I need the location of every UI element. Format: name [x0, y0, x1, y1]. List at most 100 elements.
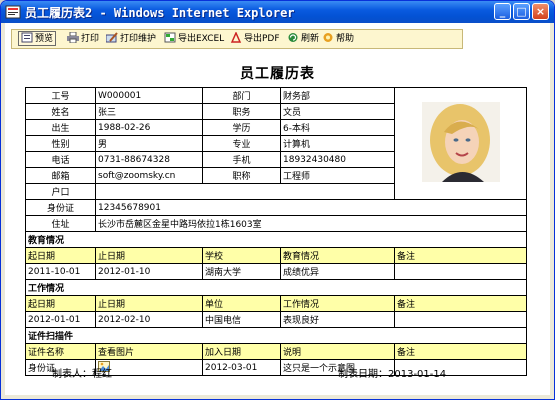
education-header: 止日期 — [95, 247, 203, 264]
work-row: 2012-01-01 2012-02-10 中国电信 表现良好 — [25, 311, 527, 328]
export-pdf-label: 导出PDF — [244, 34, 280, 44]
employee-photo-image — [421, 102, 500, 182]
education-cell: 2012-01-10 — [95, 263, 203, 280]
work-header: 备注 — [394, 295, 527, 312]
attachments-header: 备注 — [394, 343, 527, 360]
label-hukou: 户口 — [25, 183, 96, 200]
work-cell: 表现良好 — [280, 311, 395, 328]
work-header: 单位 — [202, 295, 281, 312]
maker-label: 制表人： — [52, 369, 92, 380]
browser-window: 员工履历表2 - Windows Internet Explorer _ □ ×… — [0, 0, 555, 400]
close-button[interactable]: × — [532, 3, 549, 20]
work-section-row: 工作情况 — [25, 279, 527, 296]
export-pdf-button[interactable]: 导出PDF — [230, 32, 280, 46]
preview-label: 预览 — [35, 34, 54, 44]
attachments-header-row: 证件名称 查看图片 加入日期 说明 备注 — [25, 343, 527, 360]
value-hukou — [95, 183, 395, 200]
education-cell: 湖南大学 — [202, 263, 281, 280]
work-header-row: 起日期 止日期 单位 工作情况 备注 — [25, 295, 527, 312]
label-mobile: 手机 — [202, 151, 281, 168]
work-header: 工作情况 — [280, 295, 395, 312]
label-idcard: 身份证 — [25, 199, 96, 216]
export-excel-button[interactable]: 导出EXCEL — [164, 32, 224, 46]
maker-value: 程红 — [92, 369, 112, 380]
print-setup-icon — [106, 32, 118, 43]
report-toolbar: 预览 打印 打印维护 导出EXCEL 导出PDF 刷新 帮助 — [11, 29, 463, 49]
excel-icon — [164, 32, 176, 43]
value-title: 工程师 — [280, 167, 395, 184]
education-header: 教育情况 — [280, 247, 395, 264]
label-title: 职称 — [202, 167, 281, 184]
education-section-title: 教育情况 — [25, 231, 527, 248]
date-label: 制表日期： — [338, 369, 388, 380]
row-address: 住址 长沙市岳麓区金星中路玛依拉1栋1603室 — [25, 215, 527, 232]
value-email: soft@zoomsky.cn — [95, 167, 203, 184]
attachments-section-row: 证件扫描件 — [25, 327, 527, 344]
maximize-button[interactable]: □ — [513, 3, 530, 20]
row-idcard: 身份证 12345678901 — [25, 199, 527, 216]
education-cell — [394, 263, 527, 280]
work-header: 止日期 — [95, 295, 203, 312]
preview-icon — [21, 32, 33, 43]
education-section-row: 教育情况 — [25, 231, 527, 248]
value-address: 长沙市岳麓区金星中路玛依拉1栋1603室 — [95, 215, 527, 232]
education-cell: 2011-10-01 — [25, 263, 96, 280]
label-gender: 性别 — [25, 135, 96, 152]
value-phone: 0731-88674328 — [95, 151, 203, 168]
attachments-header: 说明 — [280, 343, 395, 360]
printer-icon — [67, 32, 79, 43]
label-birth: 出生 — [25, 119, 96, 136]
print-label: 打印 — [81, 34, 100, 44]
work-section-title: 工作情况 — [25, 279, 527, 296]
label-name: 姓名 — [25, 103, 96, 120]
label-email: 邮箱 — [25, 167, 96, 184]
attachments-header: 证件名称 — [25, 343, 96, 360]
value-id: W000001 — [95, 87, 203, 104]
label-phone: 电话 — [25, 151, 96, 168]
value-mobile: 18932430480 — [280, 151, 395, 168]
value-gender: 男 — [95, 135, 203, 152]
value-major: 计算机 — [280, 135, 395, 152]
work-header: 起日期 — [25, 295, 96, 312]
resume-table: 工号 W000001 部门 财务部 姓名 张三 职务 文员 出生 1988-02… — [25, 87, 527, 376]
print-setup-button[interactable]: 打印维护 — [106, 32, 156, 46]
print-setup-label: 打印维护 — [120, 34, 157, 44]
attachments-header: 加入日期 — [202, 343, 281, 360]
work-cell — [394, 311, 527, 328]
minimize-button[interactable]: _ — [494, 3, 511, 20]
document-title: 员工履历表 — [240, 66, 315, 82]
refresh-button[interactable]: 刷新 — [287, 32, 319, 46]
value-post: 文员 — [280, 103, 395, 120]
ie-icon — [5, 5, 21, 19]
report-date: 制表日期：2013-01-14 — [338, 365, 446, 380]
help-button[interactable]: 帮助 — [322, 32, 354, 46]
preview-button[interactable]: 预览 — [18, 31, 57, 46]
label-id: 工号 — [25, 87, 96, 104]
label-edu: 学历 — [202, 119, 281, 136]
help-label: 帮助 — [336, 34, 355, 44]
education-header: 学校 — [202, 247, 281, 264]
title-bar[interactable]: 员工履历表2 - Windows Internet Explorer _ □ × — [1, 1, 554, 23]
row-id: 工号 W000001 部门 财务部 — [25, 87, 527, 200]
value-edu: 6-本科 — [280, 119, 395, 136]
attachments-section-title: 证件扫描件 — [25, 327, 527, 344]
value-birth: 1988-02-26 — [95, 119, 203, 136]
label-post: 职务 — [202, 103, 281, 120]
education-cell: 成绩优异 — [280, 263, 395, 280]
refresh-label: 刷新 — [301, 34, 320, 44]
work-cell: 2012-02-10 — [95, 311, 203, 328]
education-header: 起日期 — [25, 247, 96, 264]
help-icon — [323, 33, 333, 42]
window-title: 员工履历表2 - Windows Internet Explorer — [25, 6, 295, 20]
education-row: 2011-10-01 2012-01-10 湖南大学 成绩优异 — [25, 263, 527, 280]
employee-photo — [394, 87, 527, 200]
value-name: 张三 — [95, 103, 203, 120]
page-content: 预览 打印 打印维护 导出EXCEL 导出PDF 刷新 帮助 员工履历表 工号 … — [5, 23, 550, 395]
refresh-icon — [288, 33, 298, 42]
print-button[interactable]: 打印 — [67, 32, 99, 46]
attachments-header: 查看图片 — [95, 343, 203, 360]
work-cell: 2012-01-01 — [25, 311, 96, 328]
value-idcard: 12345678901 — [95, 199, 527, 216]
education-header-row: 起日期 止日期 学校 教育情况 备注 — [25, 247, 527, 264]
label-major: 专业 — [202, 135, 281, 152]
